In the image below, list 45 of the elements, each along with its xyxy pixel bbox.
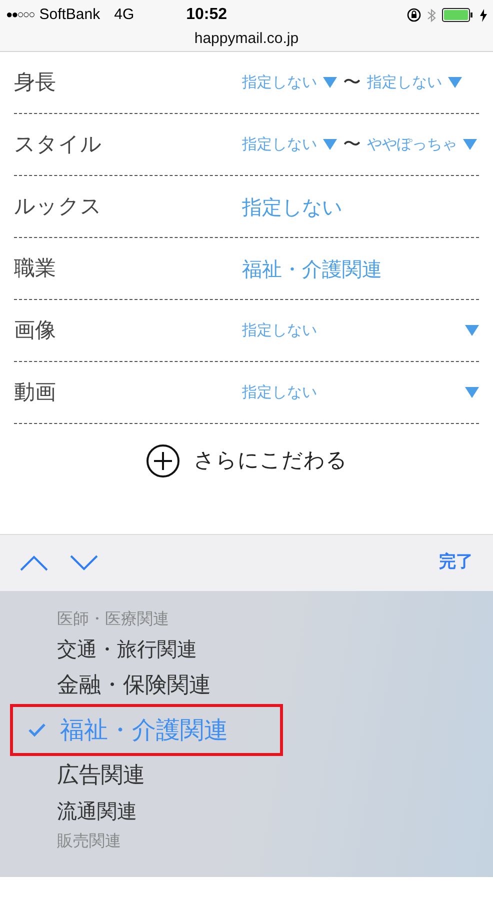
dropdown-arrow-icon [323, 139, 337, 150]
dropdown-arrow-icon [463, 139, 477, 150]
select-value[interactable]: 指定しない [242, 133, 317, 156]
range-separator: 〜 [343, 71, 361, 95]
field-label: スタイル [14, 130, 103, 158]
picker-option[interactable]: 医師・医療関連 [57, 607, 169, 631]
rotation-lock-icon [407, 8, 421, 22]
picker-option[interactable]: 流通関連 [57, 796, 137, 826]
signal-strength: ●●○○○ [6, 8, 34, 23]
picker-option[interactable]: 広告関連 [57, 758, 145, 792]
field-label: 職業 [14, 254, 57, 282]
battery-icon [442, 8, 474, 22]
chevron-down-icon [70, 555, 98, 571]
bluetooth-icon [427, 8, 436, 22]
select-value[interactable]: 指定しない [242, 319, 317, 342]
clock: 10:52 [186, 5, 228, 25]
chevron-up-icon [20, 555, 48, 571]
url-text[interactable]: happymail.co.jp [194, 28, 299, 50]
picker-option[interactable]: 販売関連 [57, 829, 121, 853]
dropdown-arrow-icon [448, 77, 462, 88]
select-value[interactable]: 指定しない [367, 71, 442, 94]
field-label: 身長 [14, 68, 57, 96]
select-value[interactable]: 指定しない [242, 381, 317, 404]
next-field-button[interactable] [70, 553, 100, 573]
select-value[interactable]: 福祉・介護関連 [242, 254, 382, 284]
picker-wheel[interactable]: 医師・医療関連 交通・旅行関連 金融・保険関連 福祉・介護関連 広告関連 流通関連 販売関連 [0, 591, 493, 877]
network-type: 4G [114, 4, 134, 25]
done-button[interactable]: 完了 [439, 550, 473, 576]
dropdown-arrow-icon [465, 387, 479, 398]
field-label: 画像 [14, 316, 57, 344]
field-label: 動画 [14, 378, 57, 406]
more-conditions-button[interactable]: さらにこだわる [146, 444, 348, 478]
field-label: ルックス [14, 192, 103, 220]
carrier-name: SoftBank [39, 4, 100, 25]
plus-circle-icon [146, 444, 180, 478]
dropdown-arrow-icon [465, 325, 479, 336]
select-value[interactable]: ややぽっちゃ [367, 133, 457, 156]
range-separator: 〜 [343, 133, 361, 157]
previous-field-button[interactable] [20, 553, 50, 573]
charging-icon [480, 8, 487, 22]
picker-option[interactable]: 交通・旅行関連 [57, 634, 197, 664]
dropdown-arrow-icon [323, 77, 337, 88]
select-value[interactable]: 指定しない [242, 71, 317, 94]
select-value[interactable]: 指定しない [242, 192, 342, 222]
picker-option[interactable]: 金融・保険関連 [57, 668, 211, 702]
